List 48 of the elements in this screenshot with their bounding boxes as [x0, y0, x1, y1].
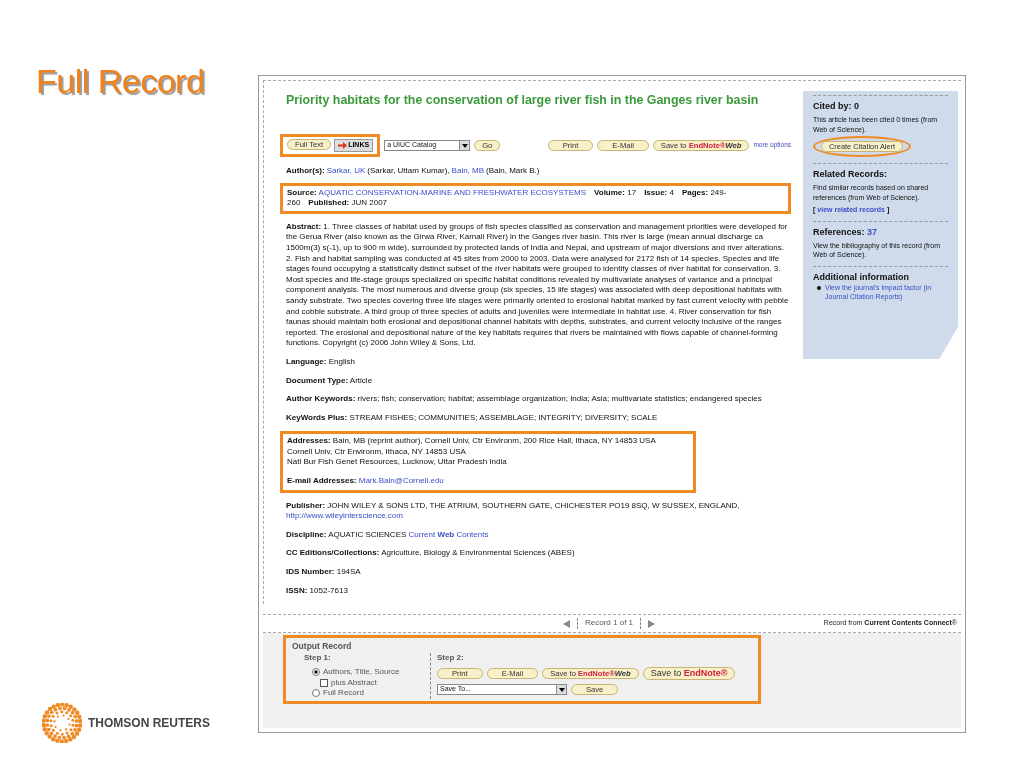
record-field: IDS Number: 194SA [286, 567, 791, 578]
field-link[interactable]: Current Web Contents [408, 529, 489, 539]
option-label: Full Record [323, 688, 364, 699]
source-line: Source: AQUATIC CONSERVATION-MARINE AND FRESHWATER ECOSYSTEMS Volume: 17 Issue: 4 Pages: 249-260 Published: JUN 2007 [287, 187, 728, 209]
step-label: Step 2: [437, 653, 465, 664]
option-label: Authors, Title, Source [323, 667, 400, 678]
slide-title: Full Record [36, 62, 205, 101]
author-name: (Sarkar, Uttam Kumar), [367, 166, 450, 175]
author-link[interactable]: Bain, MB [451, 166, 485, 175]
field-link[interactable]: Mark.Bain@Cornell.edu [358, 476, 444, 486]
record-counter: Record 1 of 1 [577, 618, 642, 629]
field-link[interactable]: http://www.wileyinterscience.com [286, 511, 403, 521]
previous-icon[interactable] [563, 619, 571, 628]
author-link[interactable]: Sarkar, UK [326, 166, 366, 175]
record-field: Addresses: Bain, MB (reprint author), Cornell Univ, Ctr Environm, 200 Rice Hall, Ithaca, NY 14853 USA Cornell Univ, Ctr Environm, Ithaca, NY 14853 USA Natl Bur Fish Genet Resources, Lucknow, Uttar Pradesh India [287, 436, 689, 469]
field-label: Author(s): [286, 166, 325, 175]
bullet-icon [817, 285, 821, 290]
journal-link[interactable]: AQUATIC CONSERVATION-MARINE AND FRESHWATER ECOSYSTEMS [318, 187, 586, 197]
author-name: (Bain, Mark B.) [486, 166, 540, 175]
record-field: Publisher: JOHN WILEY & SONS LTD, THE ATRIUM, SOUTHERN GATE, CHICHESTER PO19 8SQ, W SUSSEX, ENGLAND, http://www.wileyinterscience.com [286, 500, 791, 522]
record-field: Abstract: 1. Three classes of habitat used by groups of fish species classified as conservation and management priorities were developed for the Gerua River (also known as the Girwa River, Karnali River) in the Ganges river basin. This river is large (mean annual discharge ca 1500m(3) s(-1), up to 900 m wide), surrounded by protected lands of India and Nepal, and upstream of major diversions and river alterations. 2. Fish and habitat sampling was conducted at 45 sites from 2000 to 2003. Data were analysed for 2172 fish of 14 species. Species and life stages found occupying a statistically distinct subset of the river habitats were grouped to identify classes of river habitat for conservation. 3. Most species and life-stage groups specialized on specific habitat conditions revealed by multivariate analyses of variance and a principal component analysis. The most numerous and diverse group (six species, 15 life stages) was associated with deep depositional habitats with sandy substrate. Two species covering three life stages were primarily oriented to erosional habitat marked by fast current velocity with pebble and cobble substrate. A third group of three species of adults and juveniles were intermediate in habitat use. 4. River conservation for fish faunas should maintain both erosional and depositional channel habitats with depths, substrates, and current velocity inclusive of the ranges reported. The erosional and depositional nature of the key habitats requires that rivers be maintained with flows capable of channel-forming functions. Copyright (c) 2006 John Wiley & Sons, Ltd. [286, 221, 791, 349]
references-count-link[interactable]: 37 [867, 226, 878, 237]
step-label: Step 1: [304, 653, 332, 664]
section-heading: References: [813, 226, 865, 237]
arrow-icon [338, 142, 348, 149]
logo-text: THOMSON REUTERS [88, 716, 210, 730]
dropdown-arrow-icon[interactable] [558, 687, 565, 692]
logo-icon [42, 703, 82, 743]
record-field: KeyWords Plus: STREAM FISHES; COMMUNITIES; ASSEMBLAGE; INTEGRITY; DIVERSITY; SCALE [286, 412, 791, 424]
endnote-button[interactable]: Save to EndNote® [642, 667, 736, 680]
record-field: E-mail Addresses: Mark.Bain@Cornell.edu [287, 476, 689, 487]
record-field: CC Editions/Collections: Agriculture, Biology & Environmental Sciences (ABES) [286, 548, 791, 560]
checkbox[interactable] [320, 678, 328, 687]
radio-button[interactable] [312, 668, 320, 677]
radio-button[interactable] [312, 689, 320, 698]
record-field: Author Keywords: rivers; fish; conservation; habitat; assemblage organization; India; Asia; multivariate statistics; endangered species [286, 394, 791, 405]
section-heading: Related Records: [813, 168, 889, 180]
record-field: Language: English [286, 356, 791, 368]
section-heading: Cited by: 0 [813, 100, 860, 112]
next-icon[interactable] [647, 619, 656, 628]
output-title: Output Record [292, 640, 353, 652]
dropdown-arrow-icon[interactable] [461, 143, 468, 148]
record-title: Priority habitats for the conservation of large river fish in the Ganges river basin [286, 93, 760, 108]
option-label: plus Abstract [331, 677, 377, 689]
record-field: ISSN: 1052-7613 [286, 585, 791, 597]
record-field: Discipline: AQUATIC SCIENCES Current Web Contents [286, 529, 791, 541]
record-field: Document Type: Article [286, 375, 791, 387]
section-heading: Additional information [813, 270, 910, 283]
